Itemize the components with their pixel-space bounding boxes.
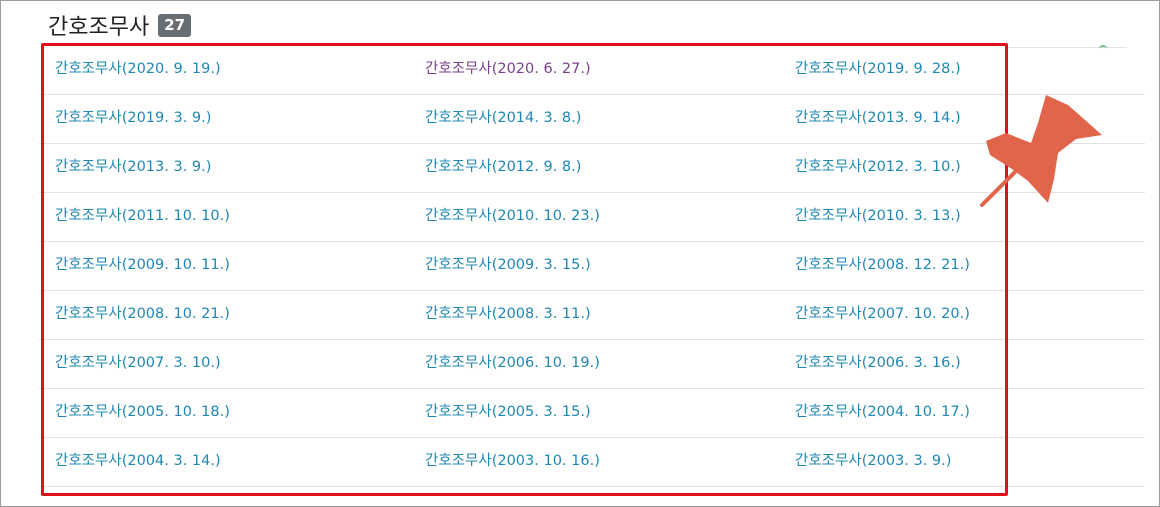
exam-link[interactable]: 간호조무사(2013. 9. 14.) — [795, 95, 961, 143]
exam-link[interactable]: 간호조무사(2008. 10. 21.) — [55, 291, 230, 339]
section-title: 간호조무사 — [48, 15, 150, 40]
exam-link[interactable]: 간호조무사(2005. 10. 18.) — [55, 389, 230, 437]
exam-link[interactable]: 간호조무사(2020. 9. 19.) — [55, 46, 221, 94]
exam-link[interactable]: 간호조무사(2005. 3. 15.) — [425, 389, 591, 437]
exam-link[interactable]: 간호조무사(2013. 3. 9.) — [55, 144, 211, 192]
exam-link[interactable]: 간호조무사(2020. 6. 27.) — [425, 46, 591, 94]
page-frame: 간호조무사 27 간호조무사(2020. 9. 19.) 간호조무사(2020. … — [0, 0, 1160, 507]
exam-link[interactable]: 간호조무사(2003. 10. 16.) — [425, 438, 600, 486]
list-row: 간호조무사(2004. 3. 14.) 간호조무사(2003. 10. 16.) 간… — [39, 438, 1145, 487]
exam-link[interactable]: 간호조무사(2009. 3. 15.) — [425, 242, 591, 290]
exam-link[interactable]: 간호조무사(2006. 10. 19.) — [425, 340, 600, 388]
exam-link[interactable]: 간호조무사(2003. 3. 9.) — [795, 438, 951, 486]
exam-link[interactable]: 간호조무사(2007. 3. 10.) — [55, 340, 221, 388]
exam-link[interactable]: 간호조무사(2007. 10. 20.) — [795, 291, 970, 339]
exam-link[interactable]: 간호조무사(2006. 3. 16.) — [795, 340, 961, 388]
exam-link[interactable]: 간호조무사(2014. 3. 8.) — [425, 95, 581, 143]
exam-link[interactable]: 간호조무사(2012. 3. 10.) — [795, 144, 961, 192]
list-row: 간호조무사(2009. 10. 11.) 간호조무사(2009. 3. 15.) 간… — [39, 242, 1145, 291]
exam-link[interactable]: 간호조무사(2009. 10. 11.) — [55, 242, 230, 290]
exam-link[interactable]: 간호조무사(2012. 9. 8.) — [425, 144, 581, 192]
pushpin-icon — [980, 95, 1102, 207]
count-badge: 27 — [158, 13, 192, 37]
exam-link[interactable]: 간호조무사(2008. 3. 11.) — [425, 291, 591, 339]
exam-link[interactable]: 간호조무사(2019. 3. 9.) — [55, 95, 211, 143]
list-row: 간호조무사(2007. 3. 10.) 간호조무사(2006. 10. 19.) 간… — [39, 340, 1145, 389]
exam-link[interactable]: 간호조무사(2004. 10. 17.) — [795, 389, 970, 437]
section-header: 간호조무사 27 — [48, 10, 192, 40]
exam-link[interactable]: 간호조무사(2019. 9. 28.) — [795, 46, 961, 94]
exam-link[interactable]: 간호조무사(2004. 3. 14.) — [55, 438, 221, 486]
list-row: 간호조무사(2008. 10. 21.) 간호조무사(2008. 3. 11.) 간… — [39, 291, 1145, 340]
exam-link[interactable]: 간호조무사(2010. 10. 23.) — [425, 193, 600, 241]
list-row: 간호조무사(2005. 10. 18.) 간호조무사(2005. 3. 15.) 간… — [39, 389, 1145, 438]
exam-link[interactable]: 간호조무사(2010. 3. 13.) — [795, 193, 961, 241]
exam-link[interactable]: 간호조무사(2008. 12. 21.) — [795, 242, 970, 290]
exam-link[interactable]: 간호조무사(2011. 10. 10.) — [55, 193, 230, 241]
